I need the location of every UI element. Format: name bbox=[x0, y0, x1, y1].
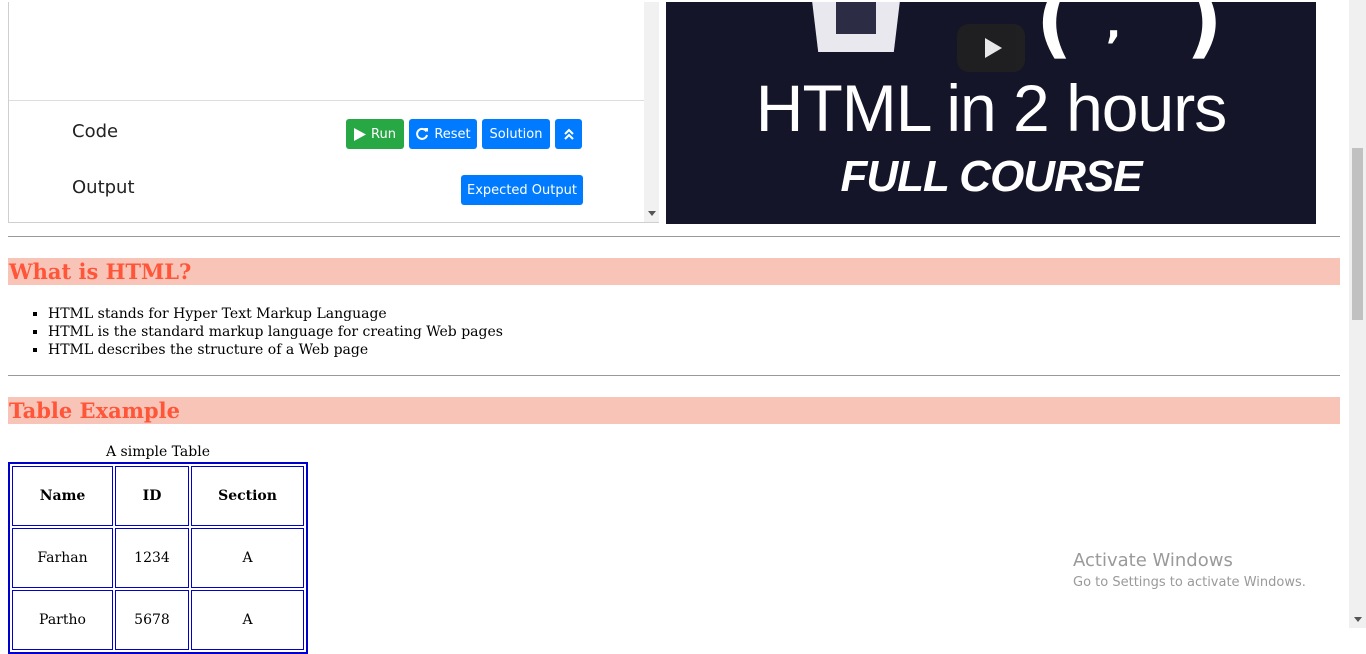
table-cell: A bbox=[191, 528, 304, 588]
reset-button[interactable]: Reset bbox=[409, 119, 477, 149]
reset-button-label: Reset bbox=[434, 126, 471, 142]
panel-scrollbar[interactable] bbox=[644, 2, 659, 222]
table-cell: 1234 bbox=[115, 528, 189, 588]
list-item: HTML stands for Hyper Text Markup Langua… bbox=[48, 305, 503, 323]
activation-subtitle: Go to Settings to activate Windows. bbox=[1073, 575, 1306, 590]
refresh-icon bbox=[416, 127, 429, 140]
section-heading-table-example: Table Example bbox=[8, 397, 1340, 424]
table-caption: A simple Table bbox=[106, 444, 210, 460]
table-cell: Partho bbox=[12, 590, 113, 650]
video-play-button[interactable] bbox=[957, 24, 1025, 72]
collapse-button[interactable] bbox=[555, 119, 582, 149]
run-button[interactable]: Run bbox=[346, 119, 404, 149]
code-label: Code bbox=[72, 121, 119, 142]
scroll-down-arrow-icon[interactable] bbox=[648, 211, 656, 216]
double-chevron-up-icon bbox=[563, 128, 574, 140]
html-facts-list: HTML stands for Hyper Text Markup Langua… bbox=[8, 305, 503, 359]
expected-output-button-label: Expected Output bbox=[467, 182, 577, 198]
code-editor-panel: Code Output Run Reset Solution Expected … bbox=[8, 2, 659, 223]
solution-button[interactable]: Solution bbox=[482, 119, 550, 149]
play-icon bbox=[354, 127, 367, 141]
table-header-cell: ID bbox=[115, 466, 189, 526]
comma-icon: , bbox=[1106, 2, 1122, 48]
table-header-row: Name ID Section bbox=[12, 466, 304, 526]
video-player[interactable]: ( , ) HTML in 2 hours FULL COURSE bbox=[666, 2, 1316, 224]
solution-button-label: Solution bbox=[489, 126, 543, 142]
close-paren-icon: ) bbox=[1186, 2, 1223, 67]
section-heading-what-is-html: What is HTML? bbox=[8, 258, 1340, 285]
scroll-down-arrow-icon[interactable] bbox=[1354, 617, 1362, 622]
simple-table: Name ID Section Farhan 1234 A Partho 567… bbox=[8, 462, 308, 654]
table-header-cell: Name bbox=[12, 466, 113, 526]
windows-activation-watermark: Activate Windows Go to Settings to activ… bbox=[1073, 550, 1306, 590]
run-button-label: Run bbox=[371, 126, 396, 142]
video-subtitle: FULL COURSE bbox=[840, 152, 1142, 201]
video-title: HTML in 2 hours bbox=[755, 71, 1227, 145]
divider bbox=[8, 375, 1340, 376]
scrollbar-thumb[interactable] bbox=[1352, 148, 1363, 320]
page-scrollbar[interactable] bbox=[1349, 0, 1366, 628]
html5-logo-inner bbox=[836, 2, 876, 34]
output-label: Output bbox=[72, 177, 135, 198]
table-row: Partho 5678 A bbox=[12, 590, 304, 650]
activation-title: Activate Windows bbox=[1073, 550, 1233, 571]
table-cell: A bbox=[191, 590, 304, 650]
table-cell: Farhan bbox=[12, 528, 113, 588]
expected-output-button[interactable]: Expected Output bbox=[461, 175, 583, 205]
play-icon bbox=[984, 38, 1002, 58]
table-header-cell: Section bbox=[191, 466, 304, 526]
table-row: Farhan 1234 A bbox=[12, 528, 304, 588]
list-item: HTML describes the structure of a Web pa… bbox=[48, 341, 503, 359]
list-item: HTML is the standard markup language for… bbox=[48, 323, 503, 341]
code-editor-area[interactable] bbox=[9, 2, 644, 101]
table-cell: 5678 bbox=[115, 590, 189, 650]
open-paren-icon: ( bbox=[1036, 2, 1073, 67]
divider bbox=[8, 236, 1340, 237]
